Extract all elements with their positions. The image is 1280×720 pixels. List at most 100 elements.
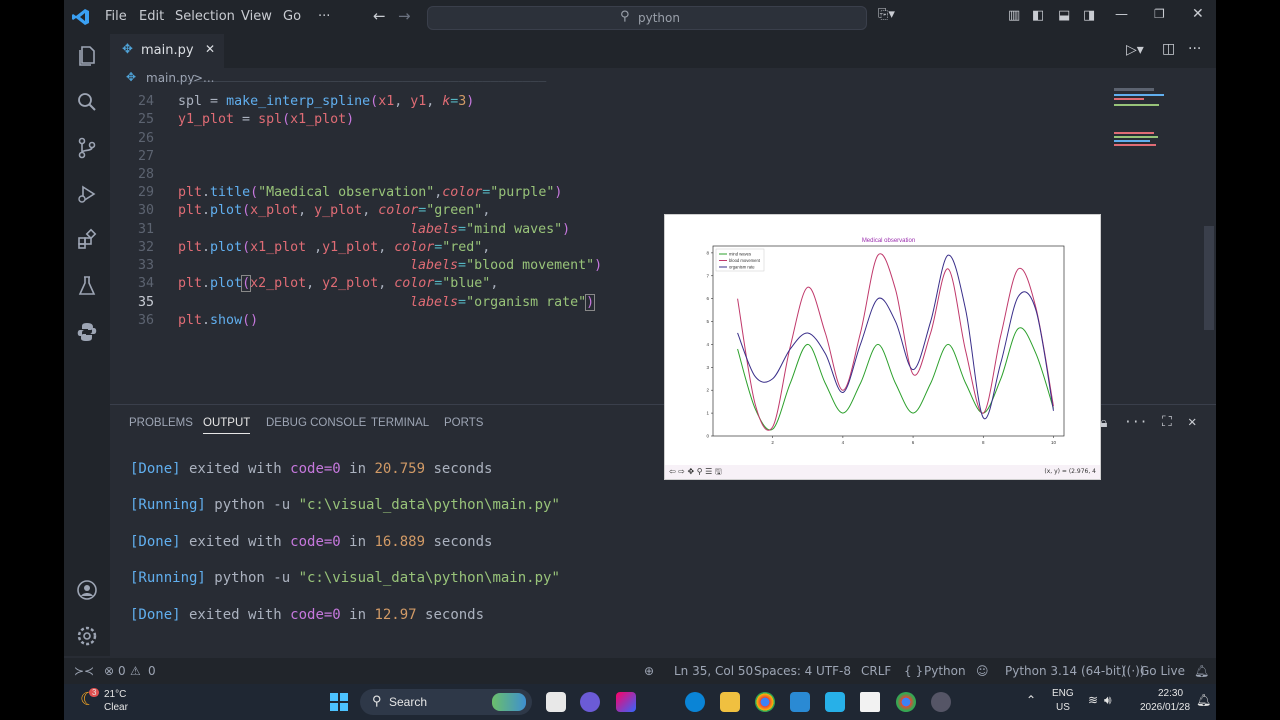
split-editor-icon[interactable]: ◫ xyxy=(1162,41,1175,57)
tab-main-py[interactable]: ✥ main.py ✕ xyxy=(110,34,224,68)
minimap[interactable] xyxy=(1114,88,1170,158)
clock-time[interactable]: 22:30 xyxy=(1158,688,1183,699)
output-text: seconds xyxy=(416,607,485,623)
copilot-app-icon[interactable] xyxy=(616,692,636,712)
restore-icon[interactable]: ❐ xyxy=(1154,7,1165,21)
close-window-icon[interactable]: ✕ xyxy=(1192,6,1204,22)
chrome-profile-icon[interactable] xyxy=(896,692,916,712)
token: = xyxy=(202,94,227,109)
forward-arrow-icon[interactable]: → xyxy=(398,7,411,25)
error-count[interactable]: 0 xyxy=(118,664,126,678)
testing-flask-icon[interactable] xyxy=(75,274,99,298)
toggle-panel-icon[interactable]: ⬓ xyxy=(1058,8,1070,23)
toggle-secondary-sidebar-icon[interactable]: ◨ xyxy=(1083,8,1095,23)
show-hidden-icons[interactable]: ⌃ xyxy=(1026,693,1036,707)
teams-icon[interactable] xyxy=(580,692,600,712)
menu-selection[interactable]: Selection xyxy=(175,9,235,24)
menu-file[interactable]: File xyxy=(105,9,127,24)
layout-customize-icon[interactable]: ▥ xyxy=(1008,8,1020,23)
account-icon[interactable] xyxy=(75,578,99,602)
notifications-bell-icon[interactable]: 🔔︎ xyxy=(1194,664,1209,678)
line-endings[interactable]: CRLF xyxy=(861,664,891,678)
volume-icon[interactable]: 🔊︎ xyxy=(1104,693,1112,708)
edge-icon[interactable] xyxy=(685,692,705,712)
output-time: 16.889 xyxy=(374,534,426,550)
token: , xyxy=(490,276,499,291)
clock-date[interactable]: 2026/01/28 xyxy=(1140,702,1190,713)
medium-app-icon[interactable] xyxy=(860,692,880,712)
menu-more[interactable]: ··· xyxy=(318,9,330,24)
explorer-icon[interactable] xyxy=(75,44,99,68)
go-live-button[interactable]: Go Live xyxy=(1140,664,1185,678)
source-control-icon[interactable] xyxy=(75,136,99,160)
wifi-icon[interactable]: ≋ xyxy=(1088,693,1098,707)
panel-more-icon[interactable]: ··· xyxy=(1124,415,1147,430)
menu-go[interactable]: Go xyxy=(283,9,301,24)
toggle-sidebar-icon[interactable]: ◧ xyxy=(1032,8,1044,23)
zoom-icon[interactable]: ⊕ xyxy=(644,664,654,678)
weather-desc[interactable]: Clear xyxy=(104,702,128,713)
file-explorer-icon[interactable] xyxy=(720,692,740,712)
more-actions-icon[interactable]: ··· xyxy=(1188,41,1201,57)
code-line-30: plt.plot(x_plot, y_plot, color="green", xyxy=(178,203,490,218)
tab-debug-console[interactable]: DEBUG CONSOLE xyxy=(266,417,366,429)
cursor-position[interactable]: Ln 35, Col 50 xyxy=(674,664,753,678)
copilot-icon[interactable]: ⎘▾ xyxy=(878,7,895,22)
back-arrow-icon[interactable]: ← xyxy=(373,7,386,25)
taskbar-search-label: Search xyxy=(389,695,428,709)
token: y_plot xyxy=(314,203,363,218)
search-icon[interactable] xyxy=(75,90,99,114)
error-icon[interactable]: ⊗ xyxy=(104,664,114,678)
token: , xyxy=(306,240,323,255)
line-number: 35 xyxy=(137,295,154,310)
extensions-icon[interactable] xyxy=(75,228,99,252)
language-indicator[interactable]: ENG xyxy=(1052,688,1074,699)
command-center-search[interactable]: ⚲ python xyxy=(427,6,867,30)
minimize-icon[interactable]: — xyxy=(1115,7,1128,22)
taskbar-search[interactable]: ⚲ Search xyxy=(360,689,532,715)
code-line-35: labels="organism rate") xyxy=(410,294,596,311)
task-view-icon[interactable] xyxy=(546,692,566,712)
vscode-taskbar-icon[interactable] xyxy=(790,692,810,712)
lock-scroll-icon[interactable]: 🔒︎ xyxy=(1100,415,1107,431)
python-icon[interactable] xyxy=(75,320,99,344)
tab-output[interactable]: OUTPUT xyxy=(203,417,251,434)
x-tick-label: 6 xyxy=(912,440,915,445)
plot-toolbar: ⇦ ⇨ ✥ ⚲ ☰ 🖫 (x, y) = (2.976, 4 xyxy=(665,465,1100,479)
plot-navigation-icons[interactable]: ⇦ ⇨ ✥ ⚲ ☰ 🖫 xyxy=(669,466,722,480)
indentation[interactable]: Spaces: 4 xyxy=(754,664,812,678)
close-panel-icon[interactable]: ✕ xyxy=(1188,414,1196,430)
plot-window[interactable]: Medical observation 2 4 6 8 10 0 1 2 3 4 5 6 7 8 mind w… xyxy=(664,214,1101,480)
copilot-status-icon[interactable]: ☺ xyxy=(976,664,989,678)
python-interpreter[interactable]: Python 3.14 (64-bit) xyxy=(1005,664,1126,678)
tab-problems[interactable]: PROBLEMS xyxy=(129,417,193,429)
warning-icon[interactable]: ⚠ xyxy=(130,664,141,678)
windows-start-icon[interactable] xyxy=(330,693,348,711)
token: , xyxy=(426,94,443,109)
token: , xyxy=(378,276,395,291)
notepad-icon[interactable] xyxy=(825,692,845,712)
settings-app-icon[interactable] xyxy=(931,692,951,712)
output-status: [Running] xyxy=(130,570,206,586)
language-mode[interactable]: Python xyxy=(924,664,966,678)
token: plt xyxy=(178,203,203,218)
line-number: 27 xyxy=(137,149,154,164)
warning-count[interactable]: 0 xyxy=(148,664,156,678)
settings-gear-icon[interactable] xyxy=(75,624,99,648)
weather-temp[interactable]: 21°C xyxy=(104,689,126,700)
tab-close-icon[interactable]: ✕ xyxy=(205,42,215,56)
tab-terminal[interactable]: TERMINAL xyxy=(371,417,429,429)
menu-edit[interactable]: Edit xyxy=(139,9,164,24)
encoding[interactable]: UTF-8 xyxy=(816,664,851,678)
chrome-icon[interactable] xyxy=(755,692,775,712)
token: ) xyxy=(594,258,603,273)
editor-scrollbar[interactable] xyxy=(1204,226,1214,330)
run-file-icon[interactable]: ▷▾ xyxy=(1126,42,1144,58)
maximize-panel-icon[interactable]: ⛶ xyxy=(1162,414,1172,430)
notification-bell-icon[interactable]: 🔔︎ xyxy=(1196,693,1211,707)
run-debug-icon[interactable] xyxy=(75,182,99,206)
tab-ports[interactable]: PORTS xyxy=(444,417,483,429)
language-region[interactable]: US xyxy=(1056,702,1070,713)
remote-icon[interactable]: ≻≺ xyxy=(74,664,94,678)
menu-view[interactable]: View xyxy=(241,9,272,24)
